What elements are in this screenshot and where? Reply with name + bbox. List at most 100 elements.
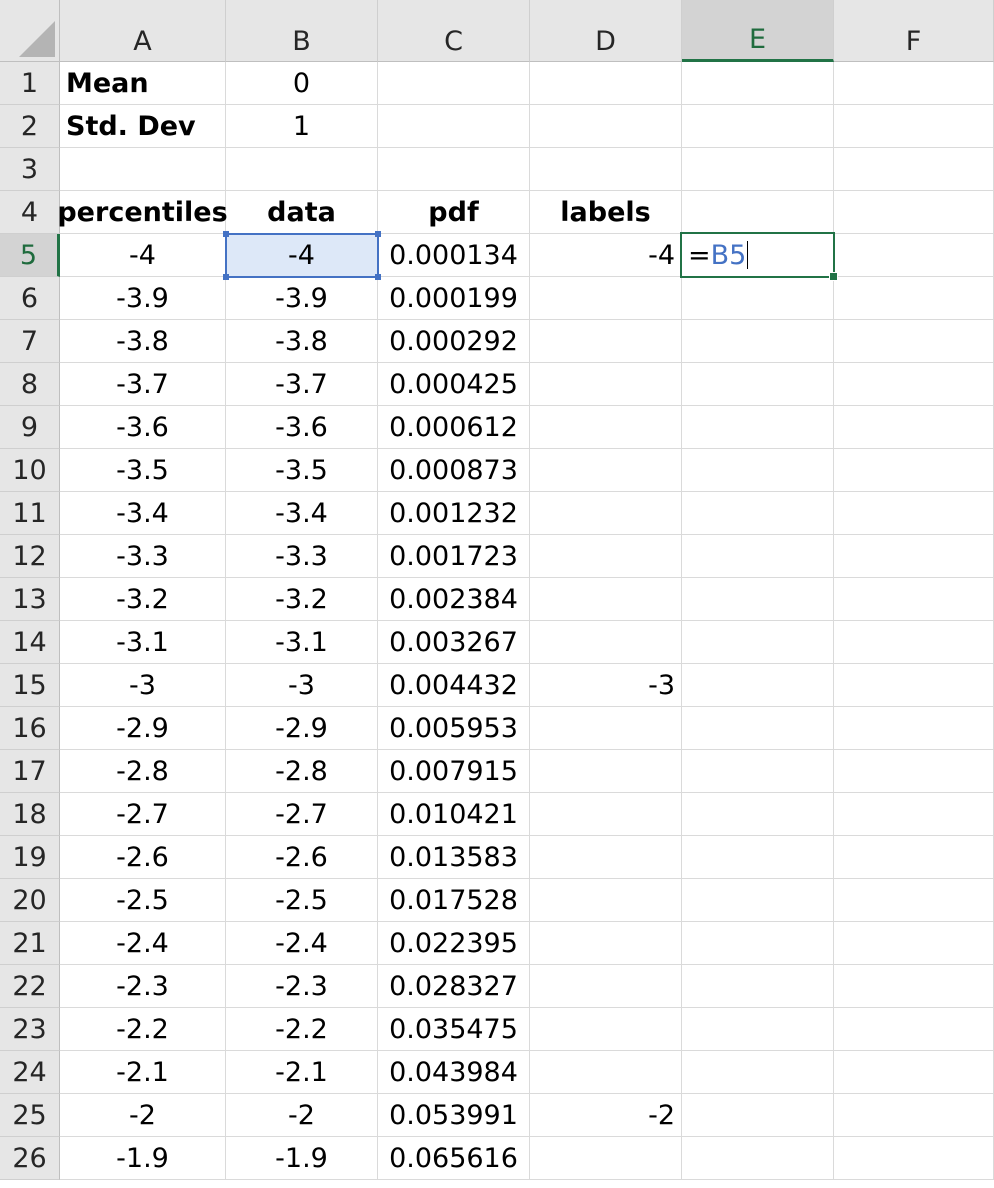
pdf-cell[interactable]: 0.013583 (378, 836, 530, 879)
cell-e3-bg[interactable] (682, 148, 834, 191)
cell-d19-bg[interactable] (530, 836, 682, 879)
pdf-header[interactable]: pdf (378, 191, 530, 234)
percentile-cell[interactable]: -2.1 (60, 1051, 226, 1094)
cell-e6-bg[interactable] (682, 277, 834, 320)
column-header-e[interactable]: E (682, 0, 834, 62)
data-cell[interactable]: -3.4 (226, 492, 378, 535)
cell-e4-bg[interactable] (682, 191, 834, 234)
pdf-cell[interactable]: 0.065616 (378, 1137, 530, 1180)
percentile-cell[interactable]: -3 (60, 664, 226, 707)
cell-e23-bg[interactable] (682, 1008, 834, 1051)
pdf-cell[interactable]: 0.004432 (378, 664, 530, 707)
row-header-6[interactable]: 6 (0, 277, 60, 320)
data-cell[interactable]: -2.2 (226, 1008, 378, 1051)
cell-f12-bg[interactable] (834, 535, 994, 578)
row-header-18[interactable]: 18 (0, 793, 60, 836)
cell-d2-bg[interactable] (530, 105, 682, 148)
reference-resize-handle[interactable] (375, 231, 381, 237)
cell-f3-bg[interactable] (834, 148, 994, 191)
pdf-cell[interactable]: 0.010421 (378, 793, 530, 836)
row-header-9[interactable]: 9 (0, 406, 60, 449)
reference-resize-handle[interactable] (223, 231, 229, 237)
cell-c3-bg[interactable] (378, 148, 530, 191)
cell-e17-bg[interactable] (682, 750, 834, 793)
std-dev-label[interactable]: Std. Dev (60, 105, 226, 148)
row-header-8[interactable]: 8 (0, 363, 60, 406)
cell-e14-bg[interactable] (682, 621, 834, 664)
percentile-cell[interactable]: -2.9 (60, 707, 226, 750)
cell-f2-bg[interactable] (834, 105, 994, 148)
data-cell[interactable]: -2.4 (226, 922, 378, 965)
data-cell[interactable]: -2.5 (226, 879, 378, 922)
percentile-cell[interactable]: -3.1 (60, 621, 226, 664)
cell-d21-bg[interactable] (530, 922, 682, 965)
row-header-14[interactable]: 14 (0, 621, 60, 664)
cell-f10-bg[interactable] (834, 449, 994, 492)
cell-d10-bg[interactable] (530, 449, 682, 492)
data-header[interactable]: data (226, 191, 378, 234)
percentile-cell[interactable]: -2.7 (60, 793, 226, 836)
select-all-corner[interactable] (0, 0, 60, 62)
cell-d24-bg[interactable] (530, 1051, 682, 1094)
reference-resize-handle[interactable] (375, 274, 381, 280)
data-cell[interactable]: -2.7 (226, 793, 378, 836)
data-cell[interactable]: -3.2 (226, 578, 378, 621)
row-header-17[interactable]: 17 (0, 750, 60, 793)
cell-e21-bg[interactable] (682, 922, 834, 965)
percentile-cell[interactable]: -2.6 (60, 836, 226, 879)
row-header-2[interactable]: 2 (0, 105, 60, 148)
label-cell[interactable]: -2 (530, 1094, 682, 1137)
cell-d1-bg[interactable] (530, 62, 682, 105)
cell-d13-bg[interactable] (530, 578, 682, 621)
labels-header[interactable]: labels (530, 191, 682, 234)
data-cell[interactable]: -2 (226, 1094, 378, 1137)
percentile-cell[interactable]: -2.4 (60, 922, 226, 965)
row-header-11[interactable]: 11 (0, 492, 60, 535)
cell-d17-bg[interactable] (530, 750, 682, 793)
row-header-24[interactable]: 24 (0, 1051, 60, 1094)
data-cell[interactable]: -3.5 (226, 449, 378, 492)
row-header-23[interactable]: 23 (0, 1008, 60, 1051)
percentile-cell[interactable]: -2.2 (60, 1008, 226, 1051)
cell-e12-bg[interactable] (682, 535, 834, 578)
percentile-cell[interactable]: -4 (60, 234, 226, 277)
cell-f17-bg[interactable] (834, 750, 994, 793)
cell-e8-bg[interactable] (682, 363, 834, 406)
mean-value[interactable]: 0 (226, 62, 378, 105)
cell-d6-bg[interactable] (530, 277, 682, 320)
pdf-cell[interactable]: 0.003267 (378, 621, 530, 664)
cell-e25-bg[interactable] (682, 1094, 834, 1137)
reference-resize-handle[interactable] (223, 274, 229, 280)
cell-e1-bg[interactable] (682, 62, 834, 105)
cell-e7-bg[interactable] (682, 320, 834, 363)
column-header-c[interactable]: C (378, 0, 530, 62)
cell-f22-bg[interactable] (834, 965, 994, 1008)
cell-e24-bg[interactable] (682, 1051, 834, 1094)
row-header-16[interactable]: 16 (0, 707, 60, 750)
row-header-5[interactable]: 5 (0, 234, 60, 277)
std-dev-value[interactable]: 1 (226, 105, 378, 148)
cell-c1-bg[interactable] (378, 62, 530, 105)
cell-e10-bg[interactable] (682, 449, 834, 492)
cell-d23-bg[interactable] (530, 1008, 682, 1051)
percentile-cell[interactable]: -3.2 (60, 578, 226, 621)
pdf-cell[interactable]: 0.001723 (378, 535, 530, 578)
cell-d3-bg[interactable] (530, 148, 682, 191)
cell-f6-bg[interactable] (834, 277, 994, 320)
row-header-10[interactable]: 10 (0, 449, 60, 492)
cell-d11-bg[interactable] (530, 492, 682, 535)
cell-f4-bg[interactable] (834, 191, 994, 234)
cell-e2-bg[interactable] (682, 105, 834, 148)
pdf-cell[interactable]: 0.000425 (378, 363, 530, 406)
data-cell[interactable]: -3.8 (226, 320, 378, 363)
cell-e22-bg[interactable] (682, 965, 834, 1008)
cell-f11-bg[interactable] (834, 492, 994, 535)
cell-f20-bg[interactable] (834, 879, 994, 922)
cell-c2-bg[interactable] (378, 105, 530, 148)
percentile-cell[interactable]: -2.8 (60, 750, 226, 793)
cell-d18-bg[interactable] (530, 793, 682, 836)
cell-e19-bg[interactable] (682, 836, 834, 879)
cell-d8-bg[interactable] (530, 363, 682, 406)
data-cell[interactable]: -2.3 (226, 965, 378, 1008)
cell-e16-bg[interactable] (682, 707, 834, 750)
